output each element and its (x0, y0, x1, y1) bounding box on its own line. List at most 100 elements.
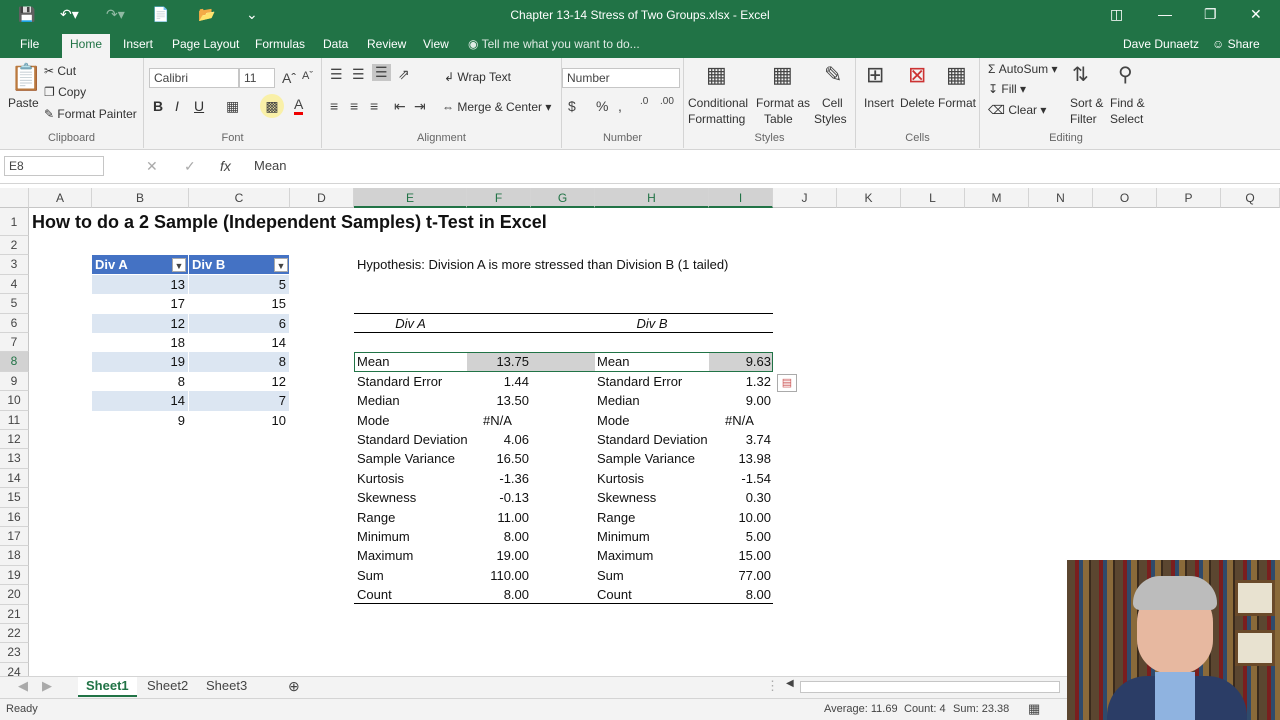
col-header-p[interactable]: P (1157, 188, 1221, 208)
restore-icon[interactable]: ❐ (1204, 6, 1217, 23)
sort-filter-icon[interactable]: ⇅ (1072, 62, 1089, 87)
row-header[interactable]: 14 (0, 468, 29, 489)
stats-label-b[interactable]: Minimum (597, 527, 709, 546)
stats-value-a[interactable]: -1.36 (467, 469, 529, 488)
tab-formulas[interactable]: Formulas (255, 37, 305, 51)
insert-cells-icon[interactable]: ⊞ (866, 62, 884, 88)
col-header-o[interactable]: O (1093, 188, 1157, 208)
font-name-select[interactable]: Calibri (149, 68, 239, 88)
increase-font-icon[interactable]: Aˆ (282, 70, 296, 86)
row-header[interactable]: 20 (0, 585, 29, 605)
find-select-button[interactable]: Find & (1110, 96, 1145, 110)
tab-review[interactable]: Review (367, 37, 406, 51)
find-select-icon[interactable]: ⚲ (1118, 62, 1133, 87)
stats-label-b[interactable]: Standard Deviation (597, 430, 709, 449)
stats-label-b[interactable]: Range (597, 508, 709, 527)
tab-file[interactable]: File (20, 37, 39, 51)
decrease-font-icon[interactable]: Aˇ (302, 70, 313, 82)
stats-label-a[interactable]: Standard Deviation (357, 430, 467, 449)
orientation-icon[interactable]: ⇗ (398, 66, 410, 83)
stats-label-b[interactable]: Median (597, 391, 709, 410)
stats-value-b[interactable]: -1.54 (709, 469, 771, 488)
row-header[interactable]: 11 (0, 410, 29, 430)
stats-label-a[interactable]: Maximum (357, 546, 467, 565)
stats-value-a[interactable]: 4.06 (467, 430, 529, 449)
name-box[interactable]: E8 (4, 156, 104, 176)
table-cell[interactable]: 14 (189, 333, 289, 352)
format-cells-icon[interactable]: ▦ (946, 62, 967, 88)
stats-value-b[interactable]: 8.00 (709, 585, 771, 604)
comma-icon[interactable]: , (618, 98, 622, 114)
format-painter-button[interactable]: ✎ Format Painter (44, 107, 137, 121)
underline-button[interactable]: U (194, 98, 204, 114)
font-size-select[interactable]: 11 (239, 68, 275, 88)
middle-align-icon[interactable]: ☰ (352, 66, 365, 83)
format-table-icon[interactable]: ▦ (772, 62, 793, 88)
stats-label-a[interactable]: Kurtosis (357, 469, 467, 488)
row-header[interactable]: 4 (0, 274, 29, 295)
fill-color-icon[interactable]: ▩ (260, 94, 284, 118)
table-cell[interactable]: 14 (92, 391, 188, 411)
currency-icon[interactable]: $ (568, 98, 576, 114)
share-button[interactable]: ☺ Share (1212, 37, 1260, 51)
stats-value-b[interactable]: #N/A (709, 411, 771, 430)
sheet-tab-1[interactable]: Sheet1 (78, 677, 137, 697)
conditional-formatting-icon[interactable]: ▦ (706, 62, 727, 88)
stats-label-a[interactable]: Sum (357, 566, 467, 585)
col-header-i[interactable]: I (709, 188, 773, 208)
hypothesis-text[interactable]: Hypothesis: Division A is more stressed … (357, 255, 728, 274)
insert-button[interactable]: Insert (864, 96, 894, 110)
delete-cells-icon[interactable]: ⊠ (908, 62, 926, 88)
stats-label-a[interactable]: Minimum (357, 527, 467, 546)
function-icon[interactable]: fx (220, 158, 231, 174)
filter-dropdown-icon[interactable]: ▼ (274, 258, 288, 272)
col-header-h[interactable]: H (595, 188, 709, 208)
stats-label-a[interactable]: Mean (357, 352, 467, 371)
table-cell[interactable]: 19 (92, 352, 188, 372)
align-center-icon[interactable]: ≡ (350, 98, 358, 114)
scroll-left-icon[interactable]: ◀ (778, 677, 802, 697)
table-cell[interactable]: 8 (189, 352, 289, 372)
autosum-button[interactable]: Σ AutoSum ▾ (988, 62, 1057, 76)
row-header[interactable]: 15 (0, 488, 29, 508)
col-header-g[interactable]: G (531, 188, 595, 208)
stats-value-a[interactable]: 8.00 (467, 527, 529, 546)
filter-dropdown-icon[interactable]: ▼ (172, 258, 186, 272)
stats-head-div-b[interactable]: Div B (595, 314, 709, 333)
prev-sheet-icon[interactable]: ◀ (10, 677, 36, 697)
stats-value-a[interactable]: 16.50 (467, 449, 529, 468)
stats-value-b[interactable]: 9.63 (709, 352, 771, 371)
stats-label-a[interactable]: Skewness (357, 488, 467, 507)
tab-insert[interactable]: Insert (123, 37, 153, 51)
user-name[interactable]: Dave Dunaetz (1123, 37, 1199, 51)
stats-head-div-a[interactable]: Div A (354, 314, 467, 333)
row-header[interactable]: 6 (0, 313, 29, 333)
tab-home[interactable]: Home (62, 34, 111, 58)
decrease-indent-icon[interactable]: ⇤ (394, 98, 406, 115)
table-cell[interactable]: 13 (92, 274, 188, 295)
row-header[interactable]: 1 (0, 208, 29, 236)
stats-label-a[interactable]: Count (357, 585, 467, 604)
stats-value-b[interactable]: 15.00 (709, 546, 771, 565)
stats-value-b[interactable]: 10.00 (709, 508, 771, 527)
stats-label-a[interactable]: Standard Error (357, 372, 467, 391)
horizontal-scrollbar[interactable] (800, 681, 1060, 693)
stats-label-a[interactable]: Mode (357, 411, 467, 430)
wrap-text-button[interactable]: ↲ Wrap Text (444, 70, 511, 84)
stats-label-b[interactable]: Sum (597, 566, 709, 585)
col-header-e[interactable]: E (354, 188, 467, 208)
col-header-c[interactable]: C (189, 188, 290, 208)
borders-icon[interactable]: ▦ (226, 98, 239, 115)
stats-value-a[interactable]: 8.00 (467, 585, 529, 604)
row-header[interactable]: 18 (0, 546, 29, 566)
font-color-icon[interactable]: A (294, 96, 304, 115)
paste-icon[interactable]: 📋 (10, 62, 42, 93)
row-header[interactable]: 5 (0, 294, 29, 314)
clear-button[interactable]: ⌫ Clear ▾ (988, 103, 1046, 117)
stats-value-a[interactable]: 13.75 (467, 352, 529, 371)
align-right-icon[interactable]: ≡ (370, 98, 378, 114)
tab-view[interactable]: View (423, 37, 449, 51)
sheet-tab-3[interactable]: Sheet3 (198, 677, 255, 697)
fill-button[interactable]: ↧ Fill ▾ (988, 82, 1026, 96)
tell-me-search[interactable]: ◉ Tell me what you want to do... (468, 37, 640, 51)
